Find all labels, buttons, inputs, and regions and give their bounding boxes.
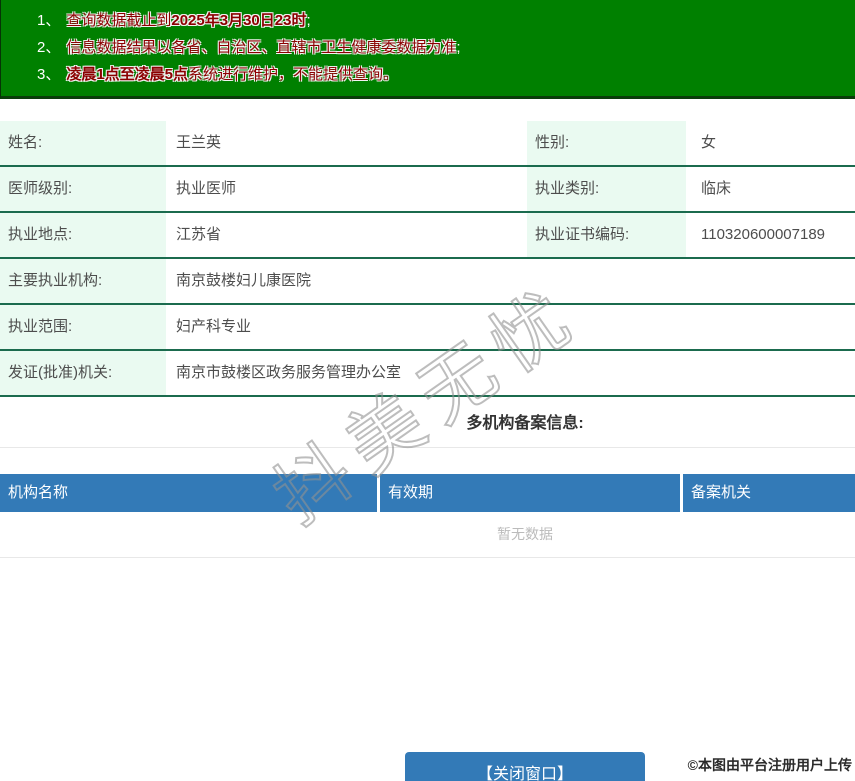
notice-line-1-tail: ; xyxy=(306,12,311,29)
notice-line-2-tail: ; xyxy=(456,39,461,56)
practice-location-value: 江苏省 xyxy=(176,226,222,243)
main-institution-value: 南京鼓楼妇儿康医院 xyxy=(176,272,312,289)
upload-stamp: ©本图由平台注册用户上传 xyxy=(687,757,852,773)
practice-scope-label: 执业范围: xyxy=(0,305,166,349)
table-row-main-institution: 主要执业机构: 南京鼓楼妇儿康医院 xyxy=(0,259,855,305)
column-header-institution-name: 机构名称 xyxy=(0,474,377,512)
name-label: 姓名: xyxy=(0,121,166,165)
notice-line-2: 2、 信息数据结果以各省、自治区、直辖市卫生健康委数据为准; xyxy=(37,34,855,61)
notice-line-2-number: 2、 xyxy=(37,39,61,56)
license-number-value: 110320600007189 xyxy=(701,226,826,243)
notice-line-1-text: 查询数据截止到2025年3月30日23时 xyxy=(66,12,307,29)
practice-location-label: 执业地点: xyxy=(0,213,166,257)
notice-line-3: 3、 凌晨1点至凌晨5点系统进行维护，不能提供查询。 xyxy=(37,61,855,88)
multi-institution-section-title: 多机构备案信息: xyxy=(466,415,584,432)
column-header-validity-period: 有效期 xyxy=(380,474,680,512)
main-institution-label: 主要执业机构: xyxy=(0,259,166,303)
issuing-authority-value: 南京市鼓楼区政务服务管理办公室 xyxy=(176,364,402,381)
query-result-window: 1、 查询数据截止到2025年3月30日23时; 2、 信息数据结果以各省、自治区、… xyxy=(0,0,855,781)
gender-label: 性别: xyxy=(527,121,686,165)
section-divider xyxy=(0,447,855,448)
physician-info-table: 姓名: 王兰英 性别: 女 医师级别: 执业医师 执业类别: 临床 执业地点: … xyxy=(0,121,855,397)
table-row-level-category: 医师级别: 执业医师 执业类别: 临床 xyxy=(0,167,855,213)
table-row-name-gender: 姓名: 王兰英 性别: 女 xyxy=(0,121,855,167)
notice-line-3-text: 凌晨1点至凌晨5点系统进行维护，不能提供查询。 xyxy=(66,66,399,83)
notice-line-1: 1、 查询数据截止到2025年3月30日23时; xyxy=(37,7,855,34)
gender-value: 女 xyxy=(701,134,717,151)
doctor-level-value: 执业医师 xyxy=(176,180,237,197)
table-row-location-license: 执业地点: 江苏省 执业证书编码: 110320600007189 xyxy=(0,213,855,259)
practice-scope-value: 妇产科专业 xyxy=(176,318,252,335)
practice-category-value: 临床 xyxy=(701,180,732,197)
no-data-row: 暂无数据 xyxy=(0,512,855,558)
license-number-label: 执业证书编码: xyxy=(527,213,686,257)
doctor-level-label: 医师级别: xyxy=(0,167,166,211)
close-window-button[interactable]: 【关闭窗口】 xyxy=(405,752,645,781)
issuing-authority-label: 发证(批准)机关: xyxy=(0,351,166,395)
table-row-practice-scope: 执业范围: 妇产科专业 xyxy=(0,305,855,351)
notice-line-2-text: 信息数据结果以各省、自治区、直辖市卫生健康委数据为准 xyxy=(66,39,457,56)
notice-line-1-number: 1、 xyxy=(37,12,61,29)
records-table-header: 机构名称 有效期 备案机关 xyxy=(0,474,855,512)
column-header-record-authority: 备案机关 xyxy=(683,474,855,512)
table-row-issuing-authority: 发证(批准)机关: 南京市鼓楼区政务服务管理办公室 xyxy=(0,351,855,397)
practice-category-label: 执业类别: xyxy=(527,167,686,211)
notice-line-3-number: 3、 xyxy=(37,66,61,83)
name-value: 王兰英 xyxy=(176,134,222,151)
page: 1、 查询数据截止到2025年3月30日23时; 2、 信息数据结果以各省、自治区、… xyxy=(0,0,855,781)
notice-banner: 1、 查询数据截止到2025年3月30日23时; 2、 信息数据结果以各省、自治区、… xyxy=(0,0,855,99)
